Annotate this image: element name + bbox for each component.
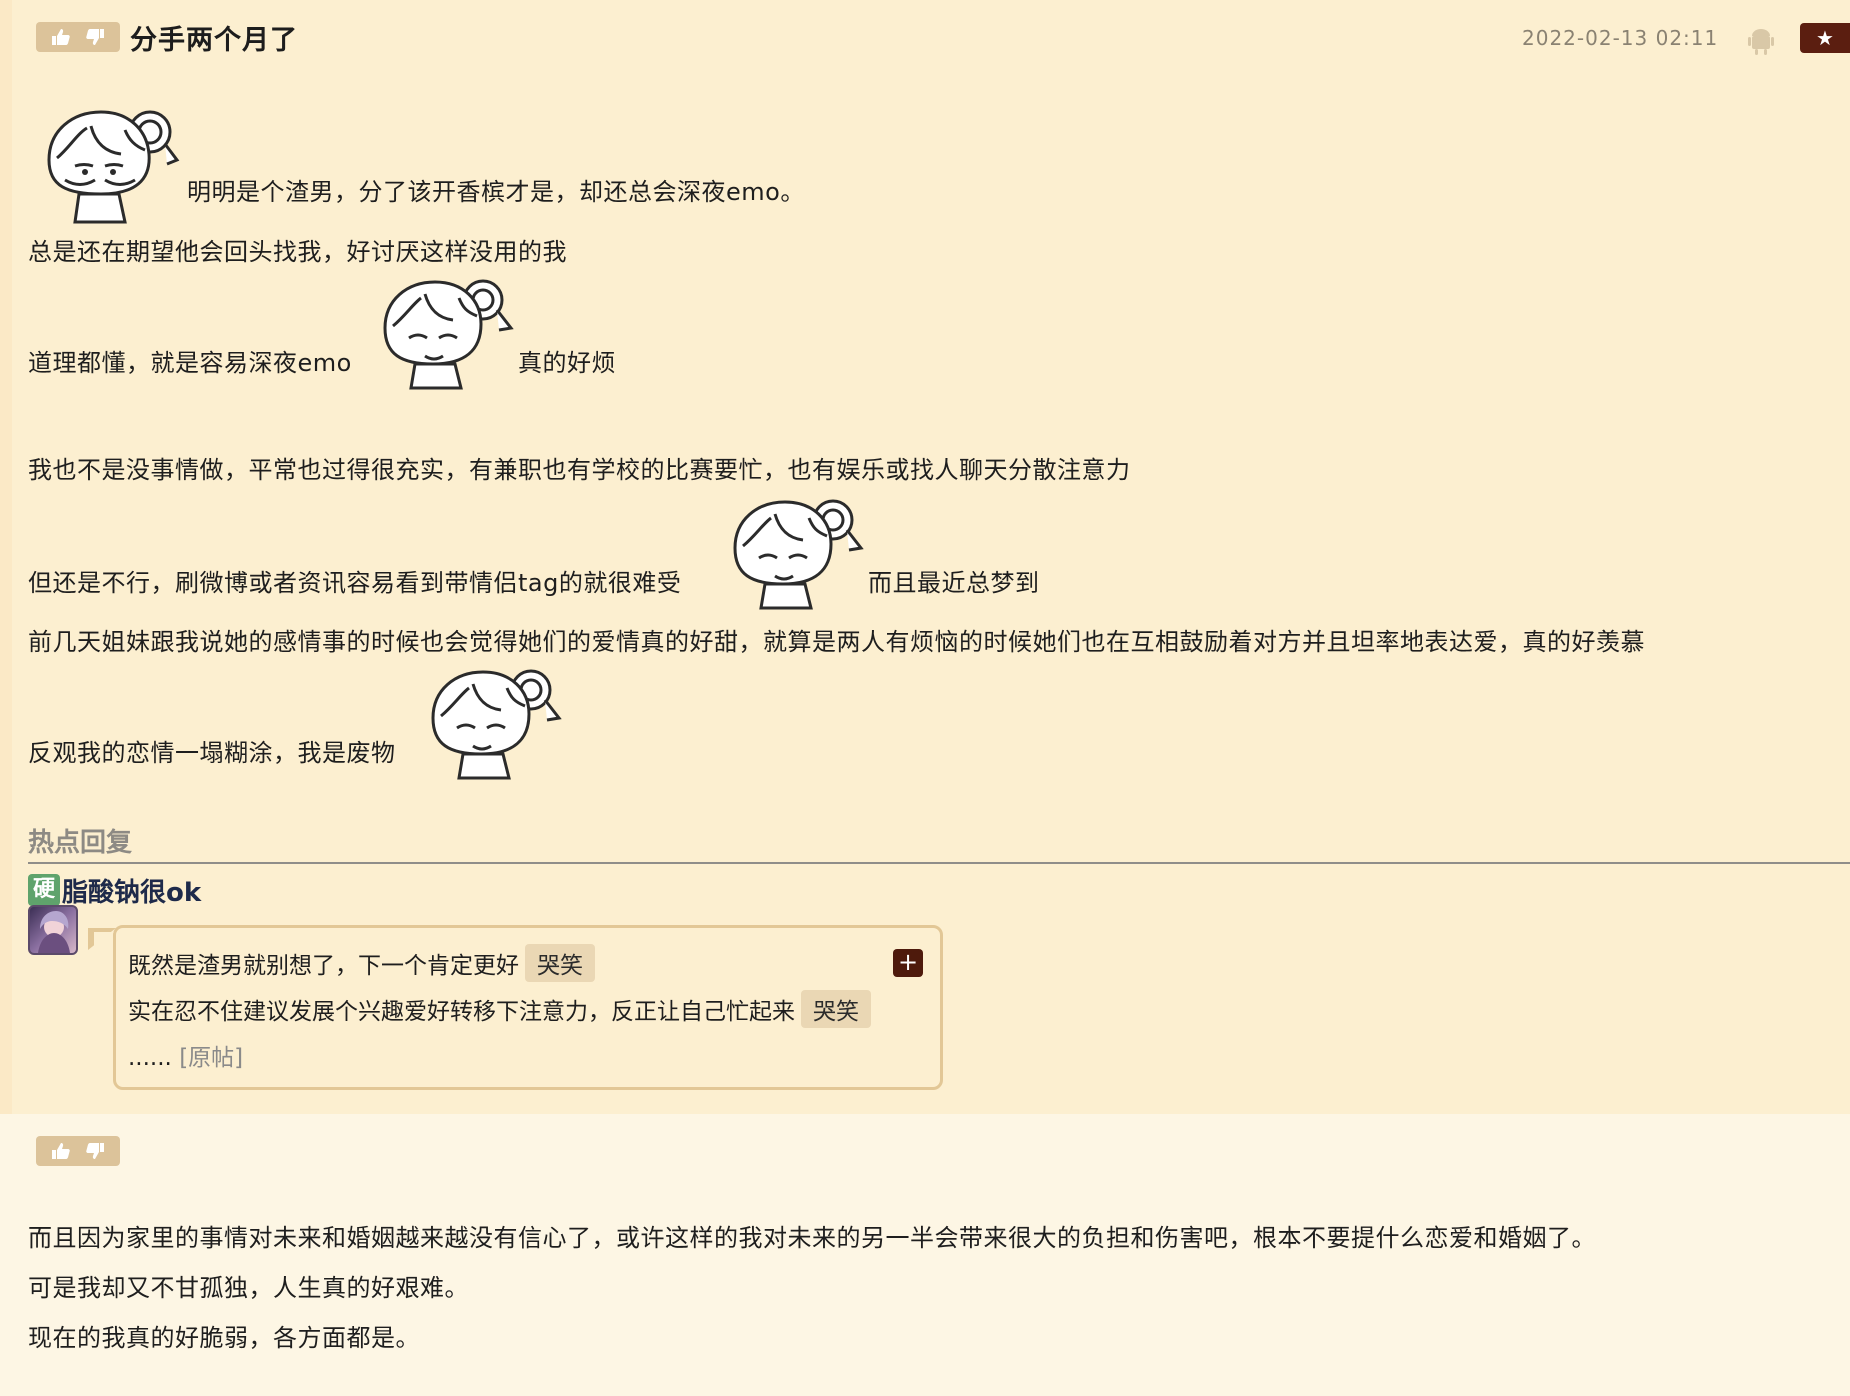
- thumbs-up-icon[interactable]: [51, 28, 71, 46]
- post-line-2: 总是还在期望他会回头找我，好讨厌这样没用的我: [28, 238, 567, 266]
- tearful-girl-sticker: [733, 499, 864, 610]
- tearful-girl-sticker: [383, 279, 514, 390]
- post2-line-2: 可是我却又不甘孤独，人生真的好艰难。: [28, 1274, 469, 1302]
- reply-line-3: ...... [原帖]: [128, 1038, 243, 1072]
- avatar[interactable]: [28, 905, 78, 955]
- post-line-3: 道理都懂，就是容易深夜emo: [28, 349, 352, 377]
- star-icon: ★: [1816, 26, 1834, 50]
- user-badge: 硬: [28, 874, 60, 906]
- vote-buttons: [36, 22, 120, 52]
- reply-text-1: 既然是渣男就别想了，下一个肯定更好: [128, 953, 519, 979]
- tearful-girl-sticker: [431, 669, 562, 780]
- post-line-1: 明明是个渣男，分了该开香槟才是，却还总会深夜emo。: [187, 178, 805, 206]
- star-button[interactable]: ★: [1800, 23, 1850, 53]
- ellipsis: ......: [128, 1045, 172, 1071]
- reply-line-1: 既然是渣男就别想了，下一个肯定更好 哭笑: [128, 944, 595, 982]
- crying-girl-sticker: [47, 110, 180, 224]
- reply-text-2: 实在忍不住建议发展个兴趣爱好转移下注意力，反正让自己忙起来: [128, 999, 795, 1025]
- post-datetime: 2022-02-13 02:11: [1522, 26, 1719, 50]
- reply-line-2: 实在忍不住建议发展个兴趣爱好转移下注意力，反正让自己忙起来 哭笑: [128, 990, 871, 1028]
- original-post-link[interactable]: [原帖]: [179, 1045, 243, 1071]
- thumbs-down-icon[interactable]: [85, 28, 105, 46]
- bubble-tail-inner: [94, 932, 114, 948]
- post-line-9: 反观我的恋情一塌糊涂，我是废物: [28, 739, 396, 767]
- thumbs-up-icon[interactable]: [51, 1142, 71, 1160]
- emoji-tag-laugh-cry: 哭笑: [801, 990, 871, 1028]
- hot-replies-title: 热点回复: [28, 828, 133, 858]
- post-line-8: 前几天姐妹跟我说她的感情事的时候也会觉得她们的爱情真的好甜，就算是两人有烦恼的时…: [28, 628, 1645, 656]
- post2-line-3: 现在的我真的好脆弱，各方面都是。: [28, 1324, 420, 1352]
- post-title: 分手两个月了: [130, 25, 298, 56]
- main-post: 分手两个月了 2022-02-13 02:11 ★ 明明是个渣男，分了该开香槟才…: [0, 0, 1850, 1114]
- vote-buttons: [36, 1136, 120, 1166]
- emoji-tag-laugh-cry: 哭笑: [525, 944, 595, 982]
- android-icon: [1748, 29, 1774, 55]
- second-post: 而且因为家里的事情对未来和婚姻越来越没有信心了，或许这样的我对未来的另一半会带来…: [0, 1114, 1850, 1396]
- post2-line-1: 而且因为家里的事情对未来和婚姻越来越没有信心了，或许这样的我对未来的另一半会带来…: [28, 1224, 1596, 1252]
- reply-username[interactable]: 脂酸钠很ok: [62, 872, 201, 909]
- post-line-7: 而且最近总梦到: [868, 569, 1040, 597]
- post-line-6: 但还是不行，刷微博或者资讯容易看到带情侣tag的就很难受: [28, 569, 682, 597]
- left-accent-bar: [0, 0, 12, 1114]
- post-line-4: 真的好烦: [518, 349, 616, 377]
- thumbs-down-icon[interactable]: [85, 1142, 105, 1160]
- post-line-5: 我也不是没事情做，平常也过得很充实，有兼职也有学校的比赛要忙，也有娱乐或找人聊天…: [28, 456, 1131, 484]
- expand-button[interactable]: +: [893, 949, 923, 977]
- divider: [28, 862, 1850, 864]
